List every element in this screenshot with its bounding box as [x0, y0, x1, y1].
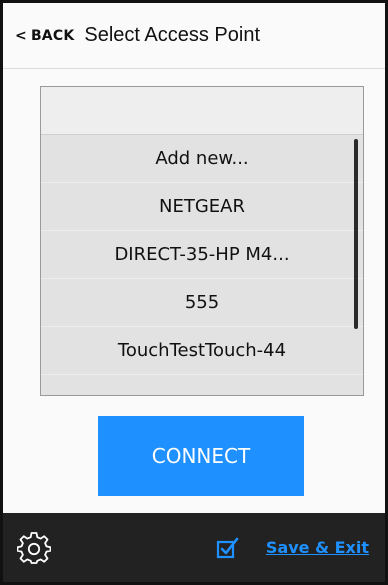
chevron-left-icon: < — [15, 27, 27, 44]
save-exit-link[interactable]: Save & Exit — [266, 538, 369, 557]
list-item-direct-35-hp[interactable]: DIRECT-35-HP M4... — [41, 231, 363, 279]
page-title: Select Access Point — [84, 24, 261, 46]
gear-icon[interactable] — [17, 531, 51, 565]
list-item-netgear[interactable]: NETGEAR — [41, 183, 363, 231]
back-button[interactable]: < BACK — [15, 28, 74, 44]
footer-actions: Save & Exit — [216, 536, 369, 560]
header-bar: < BACK Select Access Point — [3, 3, 385, 69]
list-item-add-new[interactable]: Add new... — [41, 135, 363, 183]
list-item-555[interactable]: 555 — [41, 279, 363, 327]
list-item-touchtesttouch-44[interactable]: TouchTestTouch-44 — [41, 327, 363, 375]
app-screen: < BACK Select Access Point Add new... NE… — [0, 0, 388, 585]
footer-bar: Save & Exit — [3, 513, 385, 582]
list-scrollbar[interactable] — [354, 139, 358, 329]
connect-button[interactable]: CONNECT — [98, 416, 304, 496]
back-label: BACK — [30, 27, 75, 44]
list-header — [41, 87, 363, 135]
access-point-list[interactable]: Add new... NETGEAR DIRECT-35-HP M4... 55… — [40, 86, 364, 396]
checkbox-check-icon[interactable] — [216, 536, 240, 560]
